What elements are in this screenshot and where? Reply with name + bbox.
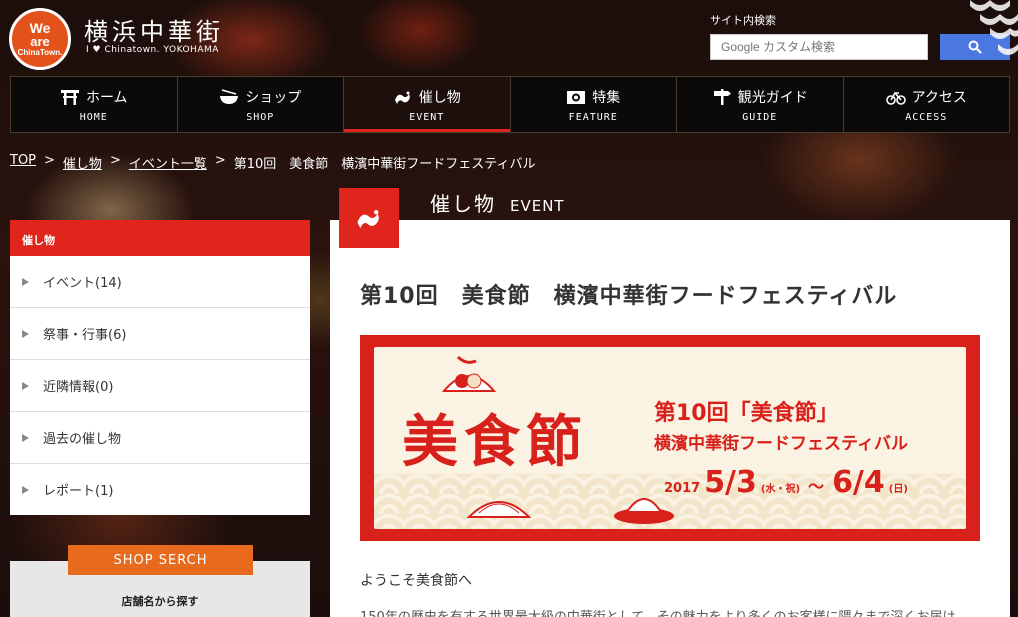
main-nav: ホーム HOME ショップ SHOP 催し物 EVENT 特集 FEATURE … bbox=[10, 76, 1010, 133]
breadcrumb-event[interactable]: 催し物 bbox=[63, 153, 102, 172]
sidebar-item-report[interactable]: レポート(1) bbox=[10, 464, 310, 515]
sidebar-list: イベント(14) 祭事・行事(6) 近隣情報(0) 過去の催し物 レポート(1) bbox=[10, 256, 310, 515]
section-title-en: EVENT bbox=[510, 197, 565, 215]
nav-event-sub: EVENT bbox=[409, 111, 445, 123]
banner-line1: 第10回「美食節」 bbox=[654, 401, 839, 426]
gyoza-icon bbox=[466, 501, 532, 518]
breadcrumb-separator: > bbox=[109, 153, 121, 168]
sidebar-item-festival[interactable]: 祭事・行事(6) bbox=[10, 308, 310, 360]
body-text: 150年の歴史を有する世界最大級の中華街として、その魅力をより多くのお客様に隈々… bbox=[360, 606, 956, 617]
dragon-icon bbox=[357, 210, 379, 229]
arrow-right-icon bbox=[22, 277, 29, 286]
banner-end-date: 6/4 bbox=[832, 465, 885, 500]
sidebar-item-label: 近隣情報(0) bbox=[43, 380, 114, 395]
banner-kanji: 美食節 bbox=[402, 409, 588, 475]
nav-guide[interactable]: 観光ガイド GUIDE bbox=[677, 77, 844, 132]
section-title-jp: 催し物 bbox=[430, 192, 496, 216]
dragon-icon bbox=[394, 91, 410, 104]
arrow-right-icon bbox=[22, 329, 29, 338]
nav-guide-sub: GUIDE bbox=[742, 111, 778, 123]
breadcrumb: TOP > 催し物 > イベント一覧 > 第10回 美食節 横濱中華街フードフェ… bbox=[10, 153, 536, 172]
shop-search-tab: SHOP SERCH bbox=[68, 545, 253, 575]
bowl-icon bbox=[220, 88, 239, 104]
article-title: 第10回 美食節 横濱中華街フードフェスティバル bbox=[360, 284, 898, 309]
banner-line2: 横濱中華街フードフェスティバル bbox=[654, 434, 908, 454]
nav-access[interactable]: アクセス ACCESS bbox=[844, 77, 1010, 132]
bicycle-icon bbox=[885, 91, 906, 105]
search-label: サイト内検索 bbox=[710, 14, 776, 27]
nav-guide-label: 観光ガイド bbox=[737, 89, 808, 106]
camera-icon bbox=[567, 90, 586, 104]
nav-event[interactable]: 催し物 EVENT bbox=[344, 77, 511, 132]
nav-shop-label: ショップ bbox=[245, 89, 302, 106]
sidebar-item-past[interactable]: 過去の催し物 bbox=[10, 412, 310, 464]
gate-icon bbox=[60, 89, 79, 105]
shop-name-search-heading: 店舗名から探す bbox=[121, 595, 199, 608]
nav-access-label: アクセス bbox=[911, 89, 967, 106]
banner-start-dow: (水・祝) bbox=[760, 484, 801, 495]
search-input[interactable] bbox=[710, 34, 928, 60]
logo-line1: We bbox=[29, 20, 51, 36]
nav-home[interactable]: ホーム HOME bbox=[11, 77, 178, 132]
breadcrumb-separator: > bbox=[214, 153, 226, 168]
banner-end-dow: (日) bbox=[888, 484, 908, 495]
nav-feature[interactable]: 特集 FEATURE bbox=[511, 77, 677, 132]
site-title[interactable]: 横浜中華街 bbox=[84, 12, 224, 47]
sidebar-item-event[interactable]: イベント(14) bbox=[10, 256, 310, 308]
breadcrumb-top[interactable]: TOP bbox=[10, 153, 36, 172]
section-title: 催し物 EVENT bbox=[430, 188, 565, 217]
breadcrumb-event-list[interactable]: イベント一覧 bbox=[129, 153, 207, 172]
nav-shop[interactable]: ショップ SHOP bbox=[178, 77, 344, 132]
nav-feature-sub: FEATURE bbox=[568, 111, 618, 123]
nav-feature-label: 特集 bbox=[592, 89, 621, 106]
arrow-right-icon bbox=[22, 381, 29, 390]
breadcrumb-current: 第10回 美食節 横濱中華街フードフェスティバル bbox=[233, 157, 536, 172]
signpost-icon bbox=[713, 88, 731, 105]
shrimp-dumpling-icon bbox=[441, 355, 497, 392]
logo-line2: are bbox=[30, 34, 50, 49]
sidebar-item-nearby[interactable]: 近隣情報(0) bbox=[10, 360, 310, 412]
banner-tilde: ～ bbox=[808, 477, 825, 496]
nav-home-sub: HOME bbox=[79, 111, 108, 123]
sidebar-heading: 催し物 bbox=[10, 220, 310, 256]
banner-date: 2017 5/3 (水・祝) ～ 6/4 (日) bbox=[664, 465, 908, 500]
sidebar-item-label: 祭事・行事(6) bbox=[43, 328, 127, 343]
site-logo[interactable]: We are ChinaTown. bbox=[9, 8, 71, 70]
event-banner[interactable]: 美食節 第10回「美食節」 横濱中華街フードフェスティバル 2017 5/3 (… bbox=[360, 335, 980, 541]
event-badge bbox=[339, 188, 399, 248]
sidebar-item-label: 過去の催し物 bbox=[43, 432, 122, 447]
site-subtitle: I ♥ Chinatown. YOKOHAMA bbox=[86, 45, 219, 55]
arrow-right-icon bbox=[22, 485, 29, 494]
banner-year: 2017 bbox=[664, 481, 701, 496]
nav-event-label: 催し物 bbox=[418, 89, 461, 106]
banner-inner: 美食節 第10回「美食節」 横濱中華街フードフェスティバル 2017 5/3 (… bbox=[374, 347, 966, 529]
breadcrumb-separator: > bbox=[44, 153, 55, 168]
sidebar-item-label: イベント(14) bbox=[43, 276, 122, 291]
nav-access-sub: ACCESS bbox=[905, 111, 948, 123]
logo-line3: ChinaTown. bbox=[17, 48, 63, 57]
banner-start-date: 5/3 bbox=[704, 465, 757, 500]
nav-shop-sub: SHOP bbox=[246, 111, 275, 123]
sidebar-item-label: レポート(1) bbox=[43, 484, 114, 499]
arrow-right-icon bbox=[22, 433, 29, 442]
nav-home-label: ホーム bbox=[85, 89, 128, 106]
intro-text: ようこそ美食節へ bbox=[360, 573, 472, 589]
